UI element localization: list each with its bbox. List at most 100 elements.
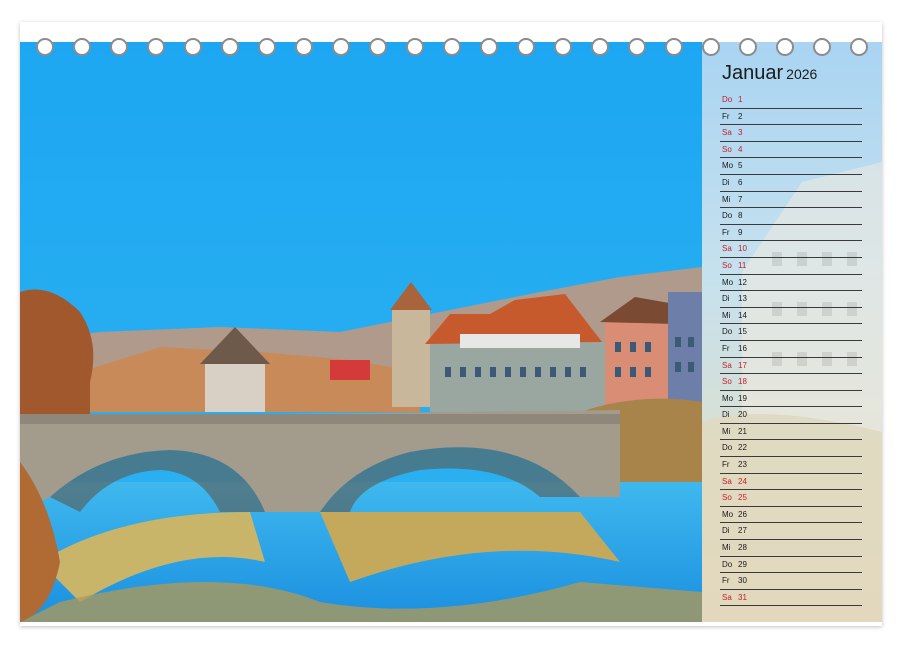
weekday-label: Fr xyxy=(722,576,730,586)
day-row: Do 1 xyxy=(720,92,862,109)
landscape-photo xyxy=(20,42,702,622)
binding-ring xyxy=(739,38,757,56)
binding-ring xyxy=(702,38,720,56)
day-number: 28 xyxy=(738,543,747,553)
year-label: 2026 xyxy=(786,66,818,82)
day-row: Do 29 xyxy=(720,557,862,574)
month-title: Januar 2026 xyxy=(722,62,817,85)
binding-ring xyxy=(147,38,165,56)
day-row: Fr 23 xyxy=(720,457,862,474)
weekday-label: Fr xyxy=(722,111,730,121)
day-row: Mi 7 xyxy=(720,192,862,209)
weekday-label: Fr xyxy=(722,343,730,353)
weekday-label: Mo xyxy=(722,277,734,287)
weekday-label: Do xyxy=(722,211,733,221)
day-number: 1 xyxy=(738,95,743,104)
day-row: Fr 2 xyxy=(720,109,862,126)
day-number: 14 xyxy=(738,310,747,320)
day-row: Do 8 xyxy=(720,208,862,225)
day-row: Sa 3 xyxy=(720,125,862,142)
day-row: Sa 31 xyxy=(720,590,862,607)
day-row: Mo 12 xyxy=(720,275,862,292)
day-row: Mo 26 xyxy=(720,507,862,524)
bridge-town-illustration xyxy=(20,42,702,622)
day-number: 30 xyxy=(738,576,747,586)
binding-ring xyxy=(184,38,202,56)
binding-ring xyxy=(665,38,683,56)
day-number: 26 xyxy=(738,509,747,519)
binding-ring xyxy=(110,38,128,56)
binding-ring xyxy=(36,38,54,56)
weekday-label: So xyxy=(722,260,732,270)
day-number: 17 xyxy=(738,360,747,370)
day-row: So 25 xyxy=(720,490,862,507)
day-number: 19 xyxy=(738,393,747,403)
day-row: Mi 21 xyxy=(720,424,862,441)
binding-ring xyxy=(73,38,91,56)
day-number: 6 xyxy=(738,177,743,187)
weekday-label: Sa xyxy=(722,476,732,486)
binding-ring xyxy=(591,38,609,56)
day-number: 18 xyxy=(738,377,747,387)
day-row: Sa 17 xyxy=(720,358,862,375)
day-number: 23 xyxy=(738,460,747,470)
binding-ring xyxy=(776,38,794,56)
weekday-label: Sa xyxy=(722,360,732,370)
binding-ring xyxy=(369,38,387,56)
day-number: 2 xyxy=(738,111,743,121)
weekday-label: Sa xyxy=(722,592,732,602)
day-number: 24 xyxy=(738,476,747,486)
day-number: 7 xyxy=(738,194,743,204)
day-row: Do 15 xyxy=(720,324,862,341)
day-row: Mi 14 xyxy=(720,308,862,325)
binding-ring xyxy=(480,38,498,56)
day-number: 5 xyxy=(738,161,743,171)
spiral-binding xyxy=(20,38,882,56)
weekday-label: Mo xyxy=(722,509,734,519)
binding-ring xyxy=(406,38,424,56)
day-row: So 18 xyxy=(720,374,862,391)
weekday-label: Fr xyxy=(722,227,730,237)
day-number: 13 xyxy=(738,294,747,304)
day-row: So 11 xyxy=(720,258,862,275)
day-number: 20 xyxy=(738,410,747,420)
day-row: Di 20 xyxy=(720,407,862,424)
day-number: 21 xyxy=(738,426,747,436)
day-number: 3 xyxy=(738,128,743,138)
day-number: 12 xyxy=(738,277,747,287)
day-number: 27 xyxy=(738,526,747,536)
binding-ring xyxy=(332,38,350,56)
weekday-label: Di xyxy=(722,526,730,536)
binding-ring xyxy=(443,38,461,56)
binding-ring xyxy=(813,38,831,56)
day-row: Mo 19 xyxy=(720,391,862,408)
weekday-label: Di xyxy=(722,410,730,420)
binding-ring xyxy=(628,38,646,56)
weekday-label: Mi xyxy=(722,543,731,553)
binding-ring xyxy=(221,38,239,56)
weekday-label: Do xyxy=(722,559,733,569)
weekday-label: So xyxy=(722,493,732,503)
day-number: 22 xyxy=(738,443,747,453)
weekday-label: Mi xyxy=(722,310,731,320)
weekday-label: Di xyxy=(722,294,730,304)
day-number: 29 xyxy=(738,559,747,569)
weekday-label: Mi xyxy=(722,426,731,436)
day-row: Fr 16 xyxy=(720,341,862,358)
weekday-label: So xyxy=(722,377,732,387)
day-row: Mi 28 xyxy=(720,540,862,557)
day-row: Sa 24 xyxy=(720,474,862,491)
binding-ring xyxy=(850,38,868,56)
binding-ring xyxy=(517,38,535,56)
day-number: 8 xyxy=(738,211,743,221)
day-number: 16 xyxy=(738,343,747,353)
weekday-label: Do xyxy=(722,95,733,104)
day-number: 9 xyxy=(738,227,743,237)
day-row: So 4 xyxy=(720,142,862,159)
binding-ring xyxy=(295,38,313,56)
day-list: Do 1 Fr 2 Sa 3 So 4 Mo 5 Di 6 Mi 7 Do 8 Fr 9 Sa 10 So 11 Mo 12 D… xyxy=(720,92,862,607)
weekday-label: Sa xyxy=(722,128,732,138)
day-number: 15 xyxy=(738,327,747,337)
binding-ring xyxy=(554,38,572,56)
weekday-label: Mo xyxy=(722,161,734,171)
